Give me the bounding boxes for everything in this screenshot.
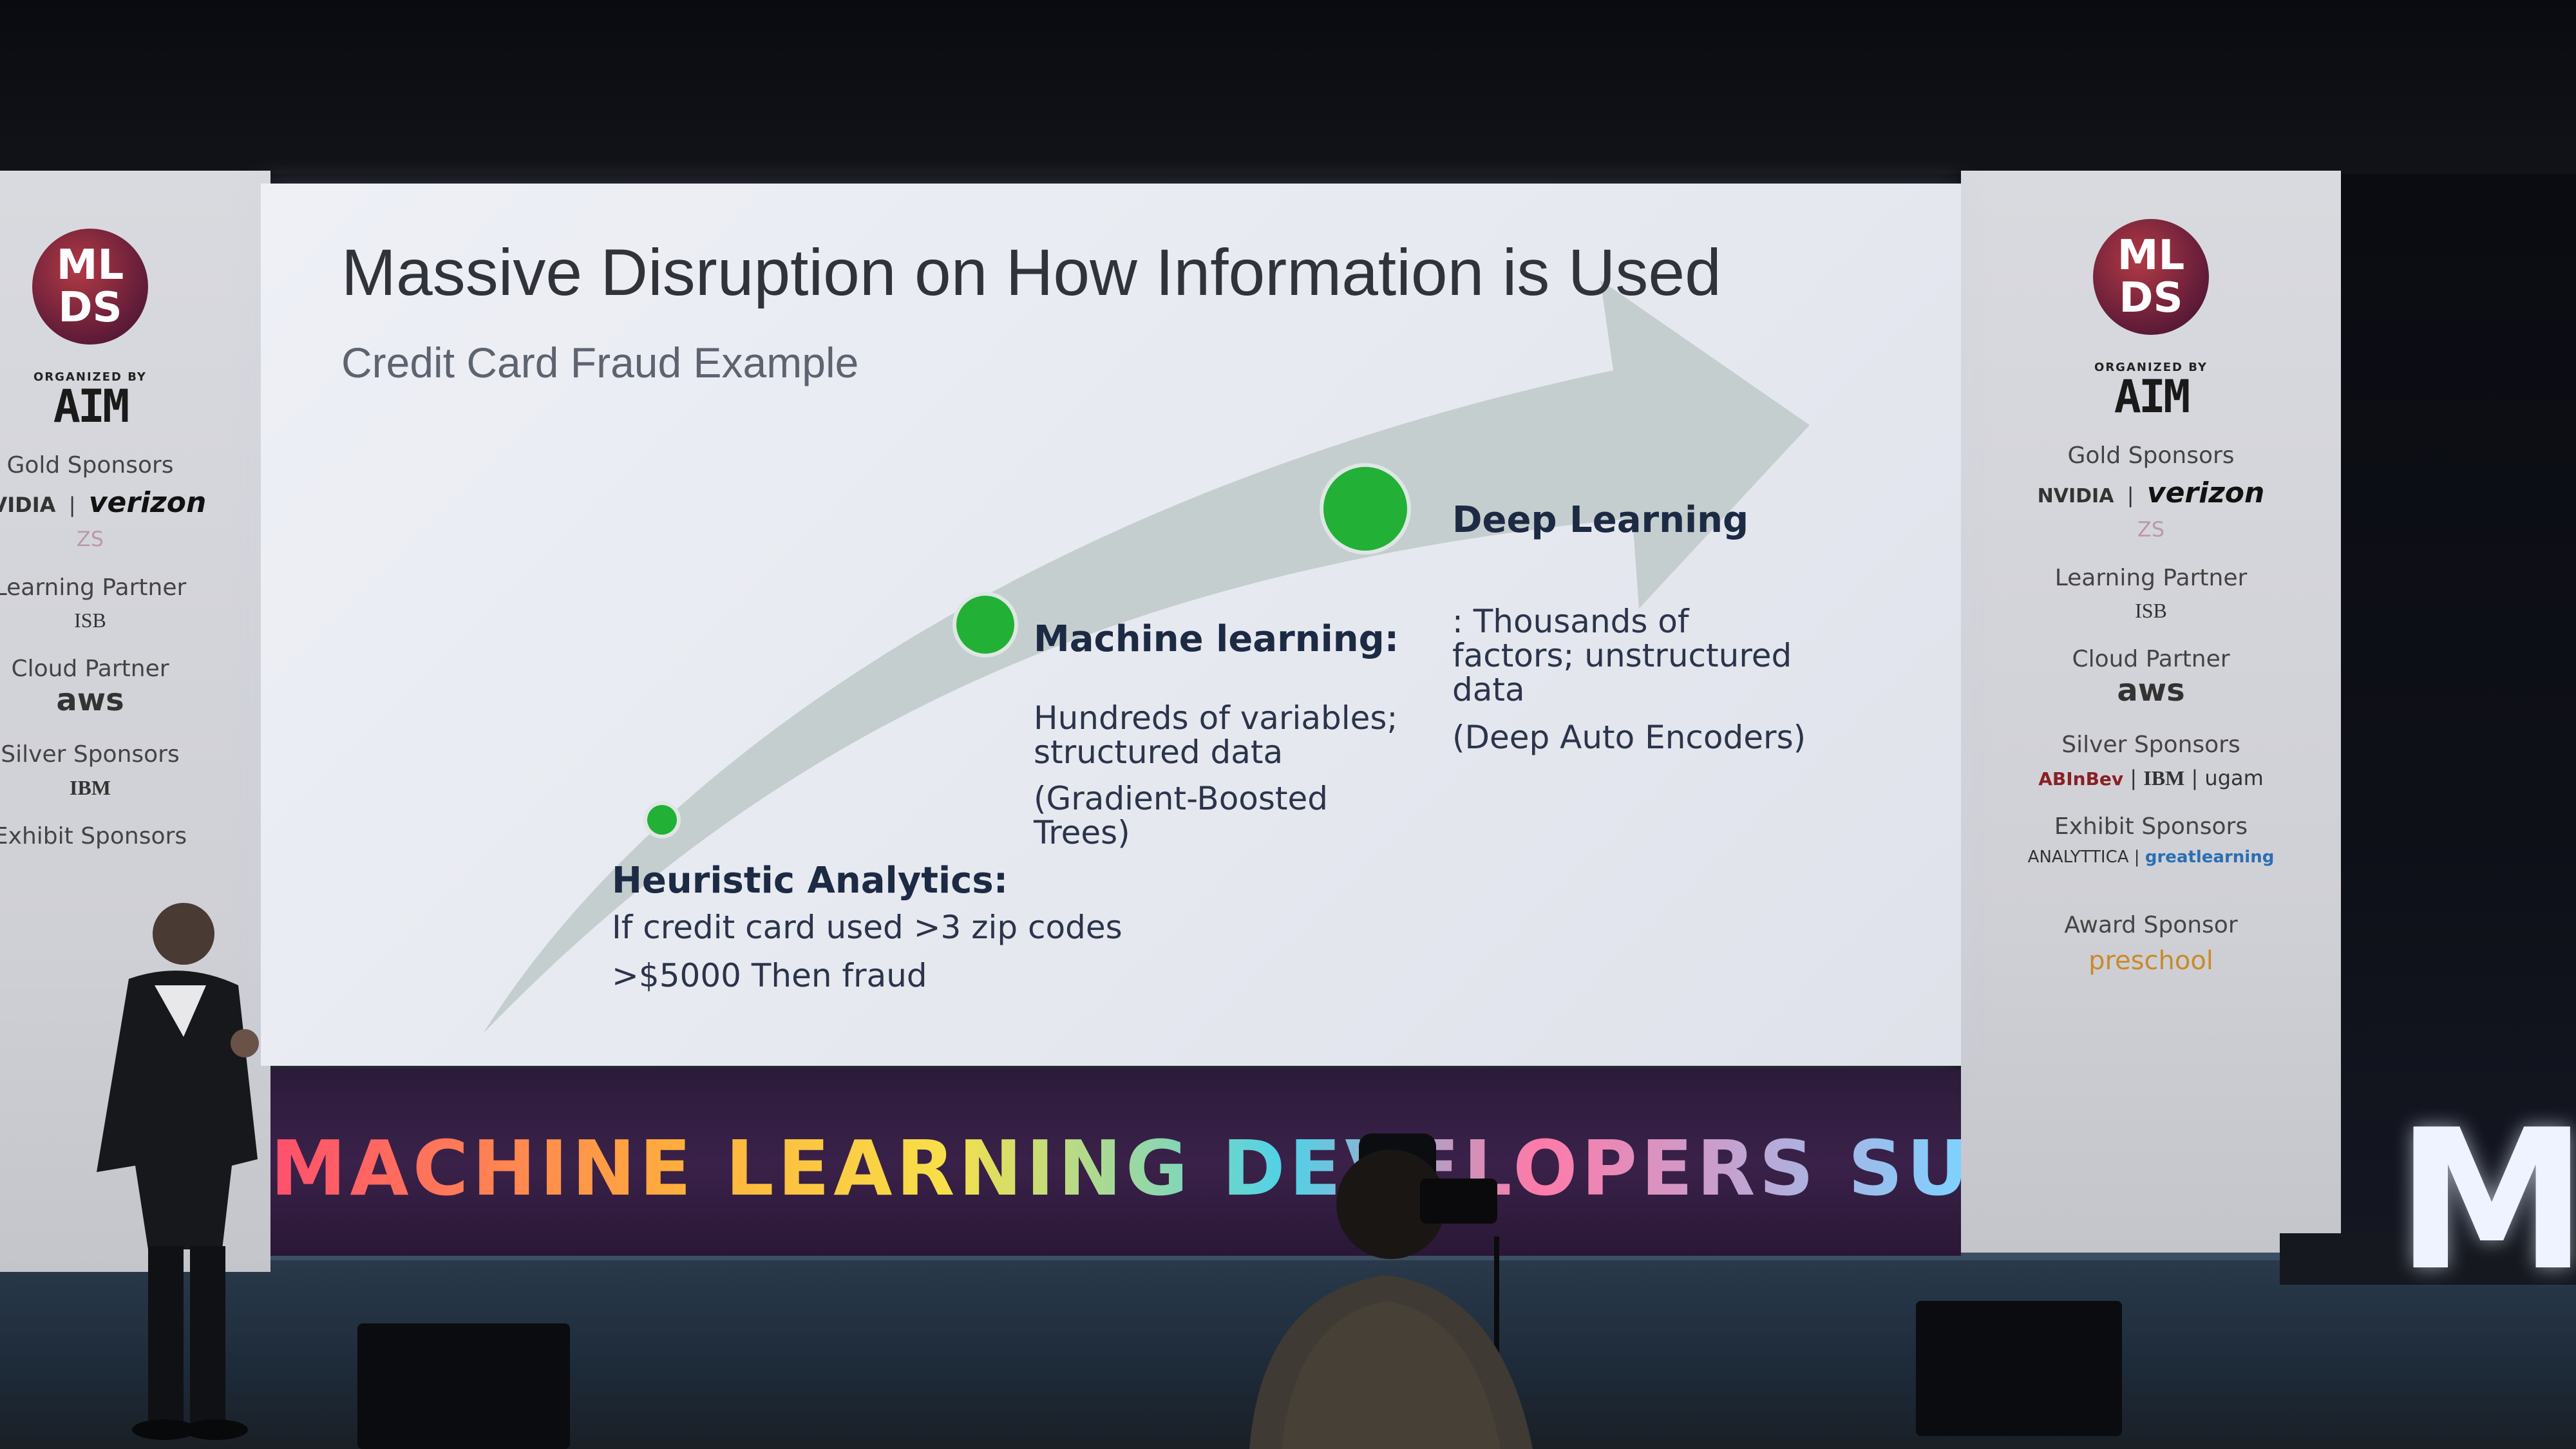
stage-title-deep-learning: Deep Learning [1452, 499, 1749, 541]
abinbev-logo: ABInBev [2038, 768, 2124, 790]
slide-title: Massive Disruption on How Information is… [341, 236, 1721, 309]
ibm-logo: IBM [70, 776, 111, 799]
verizon-logo: verizon [88, 486, 207, 519]
stage-desc-dl-4: (Deep Auto Encoders) [1452, 719, 1806, 756]
aws-logo: aws [2117, 672, 2185, 708]
stage-desc-ml-4: Trees) [1034, 814, 1130, 851]
zs-logo: ZS [2137, 517, 2165, 542]
greatlearning-logo: greatlearning [2145, 848, 2275, 867]
analyttica-logo: ANALYTTICA [2027, 848, 2129, 867]
gold-sponsors-label: Gold Sponsors [6, 452, 174, 478]
stage-title-heuristic: Heuristic Analytics: [612, 860, 1009, 902]
right-sponsor-banner: ML DS ORGANIZED BY AIM Gold Sponsors NVID… [1961, 171, 2341, 1253]
silver-sponsors-label: Silver Sponsors [1, 741, 180, 768]
stage-monitor-left [357, 1323, 570, 1449]
cloud-partner-label: Cloud Partner [11, 656, 169, 682]
organizer-logo: AIM [53, 380, 129, 433]
presenter-silhouette [97, 903, 259, 1440]
presentation-slide: Massive Disruption on How Information is… [261, 184, 1961, 1066]
summit-banner-text: MACHINE LEARNING DEVELOPERS SUMMIT [270, 1124, 2219, 1213]
aws-logo: aws [56, 682, 124, 718]
ceiling [0, 0, 2576, 174]
exhibit-sponsors-label: Exhibit Sponsors [0, 823, 187, 849]
nvidia-logo: NVIDIA [0, 493, 56, 517]
ibm-logo: IBM [2143, 766, 2185, 790]
cloud-partner-label: Cloud Partner [2072, 646, 2230, 672]
gold-sponsors-label: Gold Sponsors [2067, 442, 2235, 469]
silver-sponsors-label: Silver Sponsors [2061, 732, 2240, 758]
learning-partner-label: Learning Partner [0, 574, 187, 601]
stage-desc-ml-3: (Gradient-Boosted [1034, 780, 1329, 817]
preschool-logo: preschool [2088, 946, 2213, 976]
learning-partner-label: Learning Partner [2054, 565, 2248, 591]
stage-desc-heuristic-1: If credit card used >3 zip codes [612, 909, 1122, 946]
stage-desc-ml-1: Hundreds of variables; [1034, 699, 1398, 737]
stage-monitor-right [1916, 1301, 2122, 1436]
stage-sign-letters: MI [2396, 1088, 2576, 1313]
exhibit-sponsors-label: Exhibit Sponsors [2054, 813, 2248, 840]
verizon-logo: verizon [2146, 477, 2265, 509]
stage-desc-dl-2: factors; unstructured [1452, 637, 1792, 674]
stage-dot-deep-learning [1323, 467, 1407, 551]
isb-logo: ISB [2135, 599, 2167, 622]
zs-logo: ZS [76, 527, 104, 551]
stage-dot-heuristic [647, 805, 677, 835]
stage-title-machine-learning: Machine learning: [1034, 618, 1399, 660]
mlds-logo: ML DS [32, 229, 148, 345]
stage-desc-ml-2: structured data [1034, 734, 1283, 771]
summit-banner: MACHINE LEARNING DEVELOPERS SUMMIT [270, 1069, 2219, 1256]
stage-desc-dl-3: data [1452, 671, 1525, 708]
nvidia-logo: NVIDIA [2037, 485, 2114, 507]
stage-desc-heuristic-2: >$5000 Then fraud [612, 957, 927, 994]
award-sponsor-label: Award Sponsor [2064, 912, 2238, 938]
organizer-logo: AIM [2114, 370, 2190, 423]
camera-operator-silhouette [1249, 1133, 1533, 1449]
slide-subtitle: Credit Card Fraud Example [341, 339, 859, 386]
stage-desc-dl-1: : Thousands of [1452, 603, 1689, 640]
ugam-logo: ugam [2204, 766, 2264, 790]
isb-logo: ISB [74, 609, 106, 632]
mlds-logo: ML DS [2093, 219, 2209, 335]
stage-dot-machine-learning [956, 596, 1014, 654]
